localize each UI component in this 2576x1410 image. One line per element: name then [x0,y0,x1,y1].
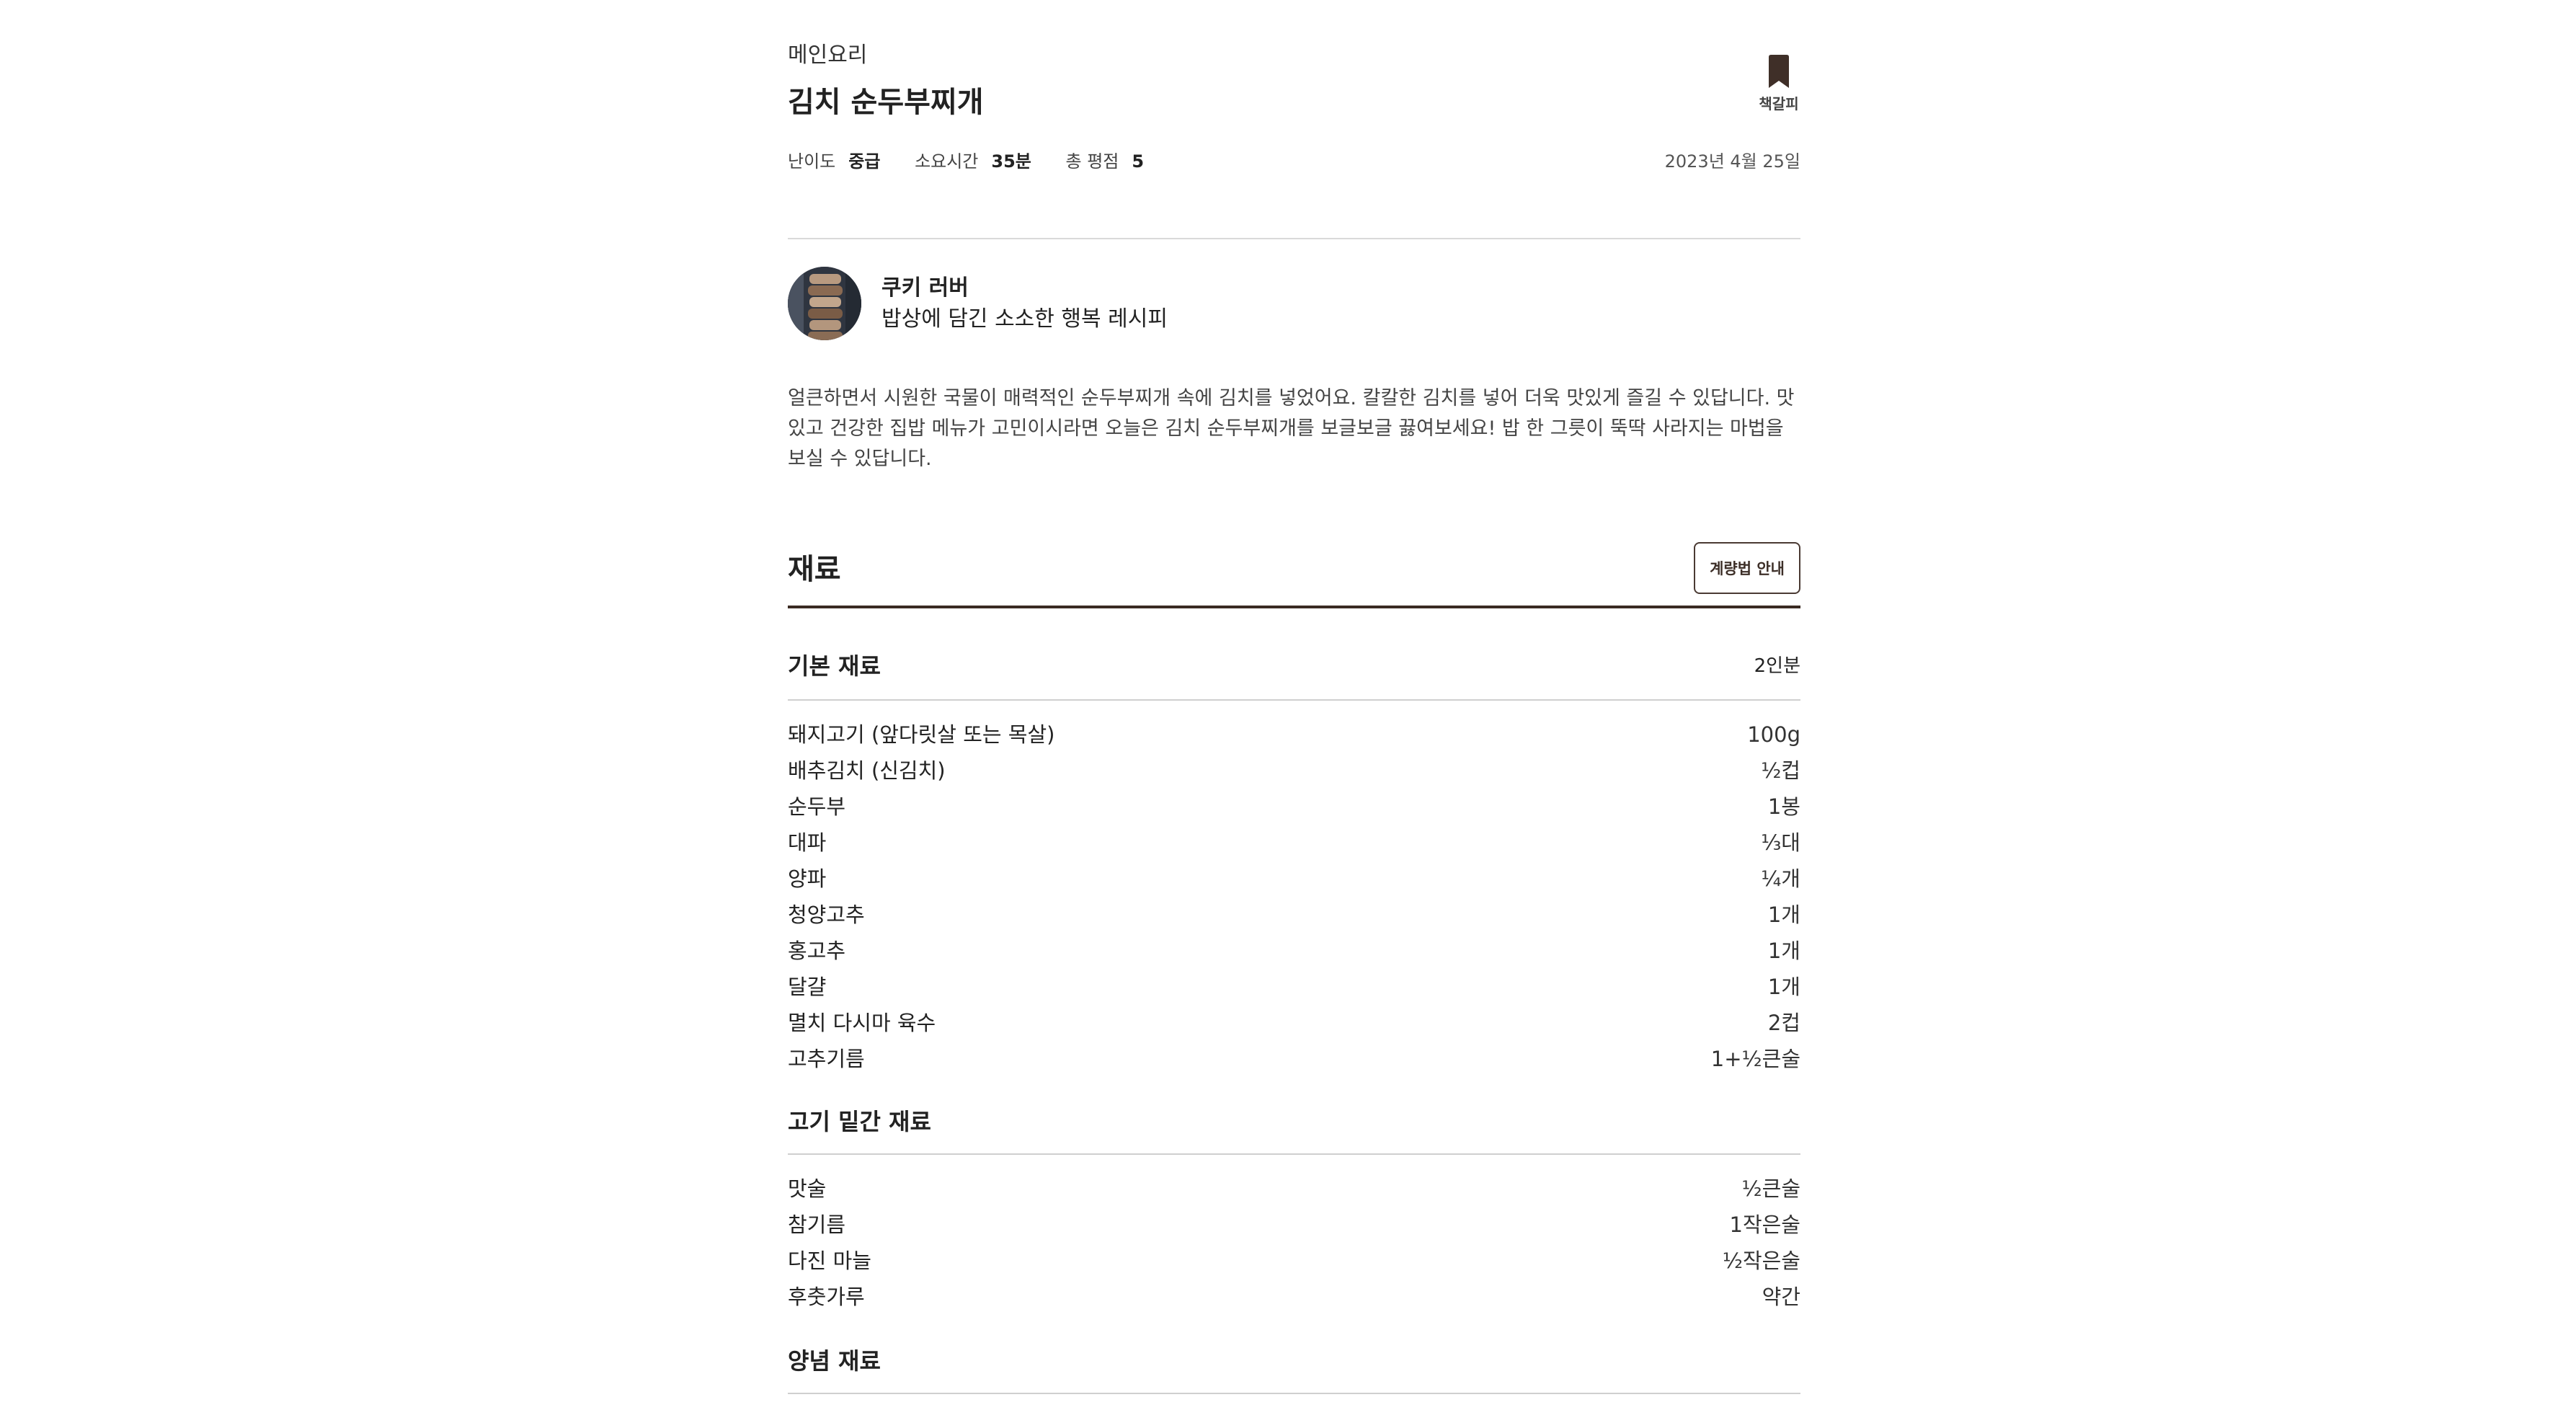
ingredient-row: 양파 ¼개 [788,866,1800,891]
recipe-description: 얼큰하면서 시원한 국물이 매력적인 순두부찌개 속에 김치를 넣었어요. 칼칼… [788,387,1795,470]
bookmark-label: 책갈피 [1759,95,1799,112]
recipe-date: 2023년 4월 25일 [1664,151,1800,172]
ingredient-row: 다진 마늘 ½작은술 [788,1249,1800,1273]
group-name: 기본 재료 [788,652,881,680]
author-avatar[interactable] [788,267,861,340]
recipe-title: 김치 순두부찌개 [788,86,984,119]
ingredient-row: 순두부 1봉 [788,794,1800,819]
author-name[interactable]: 쿠키 러버 [881,274,969,303]
ingredient-row: 달걀 1개 [788,975,1800,999]
group-divider [788,1153,1800,1155]
ingredient-row: 배추김치 (신김치) ½컵 [788,758,1800,783]
avatar-image [788,267,861,340]
ingredient-row: 대파 ⅓대 [788,830,1800,855]
ingredient-row: 청양고추 1개 [788,903,1800,927]
bookmark-button[interactable]: 책갈피 [1757,55,1800,112]
recipe-meta: 난이도 중급 소요시간 35분 총 평점 5 [788,149,1173,174]
ingredient-group-seasoning: 양념 재료 [788,1344,1800,1378]
ingredient-row: 후춧가루 약간 [788,1285,1800,1309]
bookmark-icon [1769,55,1789,88]
header-divider [788,238,1800,239]
meta-time: 소요시간 35분 [915,151,1031,172]
ingredient-list-basic: 돼지고기 (앞다릿살 또는 목살) 100g 배추김치 (신김치) ½컵 순두부 1봉… [788,717,1800,1077]
ingredient-row: 맛술 ½큰술 [788,1176,1800,1201]
ingredient-row: 돼지고기 (앞다릿살 또는 목살) 100g [788,722,1800,747]
group-name: 고기 밑간 재료 [788,1108,931,1135]
group-divider [788,699,1800,701]
ingredient-row: 홍고추 1개 [788,939,1800,963]
recipe-category: 메인요리 [788,43,868,68]
ingredient-row: 멸치 다시마 육수 2컵 [788,1011,1800,1035]
ingredients-title: 재료 [788,553,841,586]
group-name: 양념 재료 [788,1347,881,1375]
author-tagline: 밥상에 담긴 소소한 행복 레시피 [881,306,1168,332]
group-serving: 2인분 [1754,655,1800,677]
meta-rating: 총 평점 5 [1065,151,1145,172]
recipe-page: 메인요리 김치 순두부찌개 책갈피 난이도 중급 소요시간 35분 총 평점 5 20… [0,0,2576,1410]
ingredient-group-basic: 기본 재료 2인분 [788,649,1800,683]
ingredient-list-marinade: 맛술 ½큰술 참기름 1작은술 다진 마늘 ½작은술 후춧가루 약간 [788,1171,1800,1315]
meta-difficulty: 난이도 중급 [788,151,881,172]
ingredients-rule [788,606,1800,608]
ingredient-row: 고추기름 1+½큰술 [788,1047,1800,1071]
ingredient-group-marinade: 고기 밑간 재료 [788,1104,1800,1139]
ingredient-row: 참기름 1작은술 [788,1212,1800,1237]
measure-guide-button[interactable]: 계량법 안내 [1694,542,1800,594]
group-divider [788,1393,1800,1394]
